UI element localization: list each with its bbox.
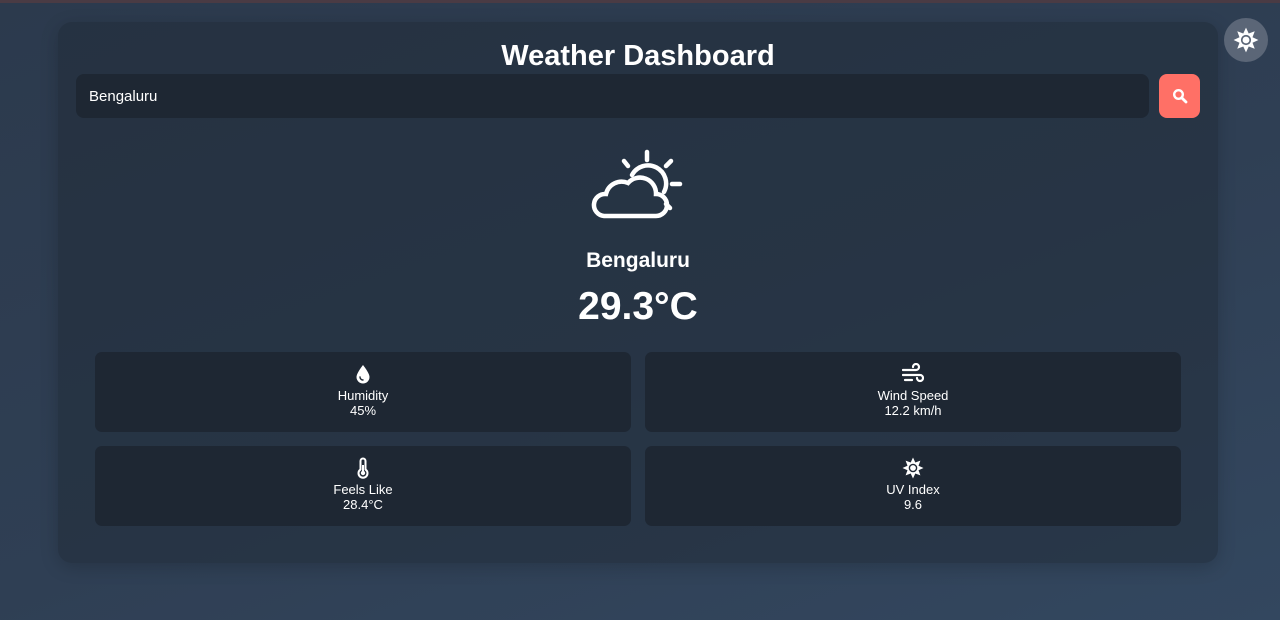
weather-card: Weather Dashboard Bengaluru 29.3°C Humid… — [58, 22, 1218, 563]
humidity-label: Humidity — [337, 388, 389, 403]
theme-toggle-button[interactable] — [1224, 18, 1268, 62]
humidity-card: Humidity 45% — [95, 352, 631, 432]
search-icon — [1172, 88, 1187, 104]
city-name: Bengaluru — [586, 249, 690, 272]
search-button[interactable] — [1159, 74, 1200, 118]
partly-cloudy-sun-icon — [591, 149, 683, 219]
uv-index-card: UV Index 9.6 — [645, 446, 1181, 526]
temperature: 29.3°C — [578, 285, 698, 328]
sun-icon — [902, 457, 924, 479]
top-strip — [0, 0, 1280, 3]
uv-index-label: UV Index — [886, 482, 940, 497]
wind-speed-card: Wind Speed 12.2 km/h — [645, 352, 1181, 432]
thermometer-icon — [357, 457, 369, 479]
humidity-value: 45% — [349, 403, 377, 418]
page-title: Weather Dashboard — [501, 40, 775, 72]
sun-icon — [1233, 27, 1259, 53]
wind-icon — [902, 363, 924, 383]
wind-speed-value: 12.2 km/h — [884, 403, 942, 418]
city-search-input[interactable] — [76, 74, 1149, 118]
wind-speed-label: Wind Speed — [877, 388, 949, 403]
feels-like-card: Feels Like 28.4°C — [95, 446, 631, 526]
feels-like-value: 28.4°C — [343, 497, 383, 512]
droplet-icon — [356, 365, 370, 384]
feels-like-label: Feels Like — [333, 482, 393, 497]
uv-index-value: 9.6 — [903, 497, 923, 512]
